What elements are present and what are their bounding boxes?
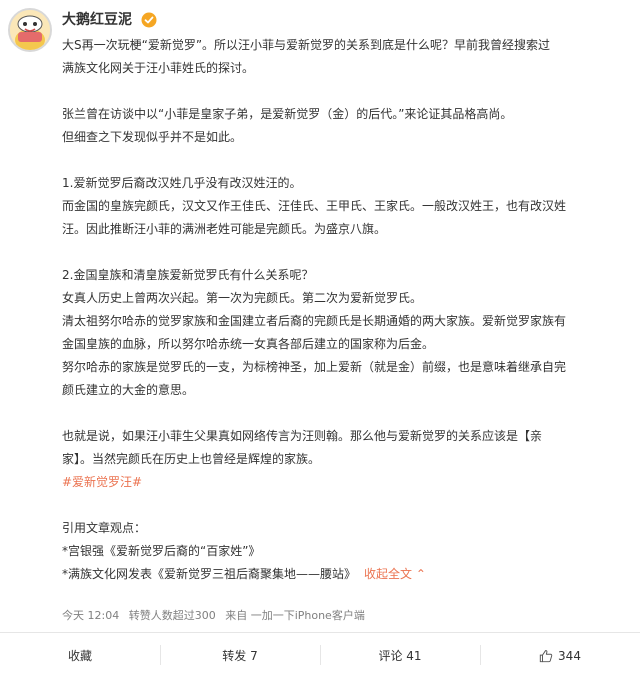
post-line: 努尔哈赤的家族是觉罗氏的一支，为标榜神圣，加上爱新（就是金）前缀，也是意味着继承…: [62, 360, 567, 374]
post-line: 汪。因此推断汪小菲的满洲老姓可能是完颜氏。为盛京八旗。: [62, 222, 387, 236]
post-line: 张兰曾在访谈中以“小菲是皇家子弟，是爱新觉罗（金）的后代。”来论证其品格高尚。: [62, 107, 513, 121]
post-line: 大S再一次玩梗“爱新觉罗”。所以汪小菲与爱新觉罗的关系到底是什么呢？早前我曾经搜…: [62, 38, 551, 52]
post-line: 金国皇族的血脉，所以努尔哈赤统一女真各部后建立的国家称为后金。: [62, 337, 435, 351]
reference-2: *满族文化网发表《爱新觉罗三祖后裔聚集地——腰站》: [62, 567, 357, 581]
thumbs-up-icon: [539, 649, 553, 662]
post-time[interactable]: 今天 12:04: [62, 609, 119, 622]
refs-title: 引用文章观点：: [62, 521, 147, 535]
favorite-label: 收藏: [67, 649, 92, 663]
favorite-button[interactable]: 收藏: [0, 633, 160, 678]
chevron-up-icon: ⌃: [415, 567, 426, 581]
post-line: 满族文化网关于汪小菲姓氏的探讨。: [62, 61, 255, 75]
post-line: 但细查之下发现似乎并不是如此。: [62, 130, 243, 144]
post-line: 也就是说，如果汪小菲生父果真如网络传言为汪则翰。那么他与爱新觉罗的关系应该是【亲: [62, 429, 543, 443]
post-body: 大S再一次玩梗“爱新觉罗”。所以汪小菲与爱新觉罗的关系到底是什么呢？早前我曾经搜…: [62, 34, 634, 586]
comment-label: 评论 41: [378, 649, 422, 663]
avatar[interactable]: [8, 8, 52, 52]
avatar-cartoon-icon: [10, 10, 50, 50]
post-line: 清太祖努尔哈赤的觉罗家族和金国建立者后裔的完颜氏是长期通婚的两大家族。爱新觉罗家…: [62, 314, 567, 328]
verified-badge-icon: [141, 12, 157, 28]
post-source[interactable]: 来自 一加一下iPhone客户端: [225, 609, 365, 622]
repost-label: 转发 7: [222, 649, 258, 663]
reference-1: *宫银强《爱新觉罗后裔的“百家姓”》: [62, 544, 261, 558]
post-meta: 今天 12:04 转赞人数超过300 来自 一加一下iPhone客户端: [62, 607, 371, 625]
like-button[interactable]: 344: [480, 633, 640, 678]
reach-count: 转赞人数超过300: [128, 609, 216, 622]
repost-button[interactable]: 转发 7: [160, 633, 320, 678]
hashtag-link[interactable]: #爱新觉罗汪#: [62, 475, 142, 489]
comment-button[interactable]: 评论 41: [320, 633, 480, 678]
collapse-label: 收起全文: [364, 567, 413, 581]
post-line: 女真人历史上曾两次兴起。第一次为完颜氏。第二次为爱新觉罗氏。: [62, 291, 423, 305]
post-line: 颜氏建立的大金的意思。: [62, 383, 195, 397]
post-line: 家】。当然完颜氏在历史上也曾经是辉煌的家族。: [62, 452, 321, 466]
post-line: 1.爱新觉罗后裔改汉姓几乎没有改汉姓汪的。: [62, 176, 302, 190]
like-count: 344: [558, 648, 581, 663]
post-text: 大S再一次玩梗“爱新觉罗”。所以汪小菲与爱新觉罗的关系到底是什么呢？早前我曾经搜…: [62, 34, 634, 471]
collapse-full-text-link[interactable]: 收起全文 ⌃: [364, 567, 426, 581]
post-line: 而金国的皇族完颜氏，汉文又作王佳氏、汪佳氏、王甲氏、王家氏。一般改汉姓王，也有改…: [62, 199, 567, 213]
username[interactable]: 大鹅红豆泥: [62, 10, 132, 30]
action-bar: 收藏 转发 7 评论 41 344: [0, 633, 640, 678]
post-line: 2.金国皇族和清皇族爱新觉罗氏有什么关系呢？: [62, 268, 314, 282]
